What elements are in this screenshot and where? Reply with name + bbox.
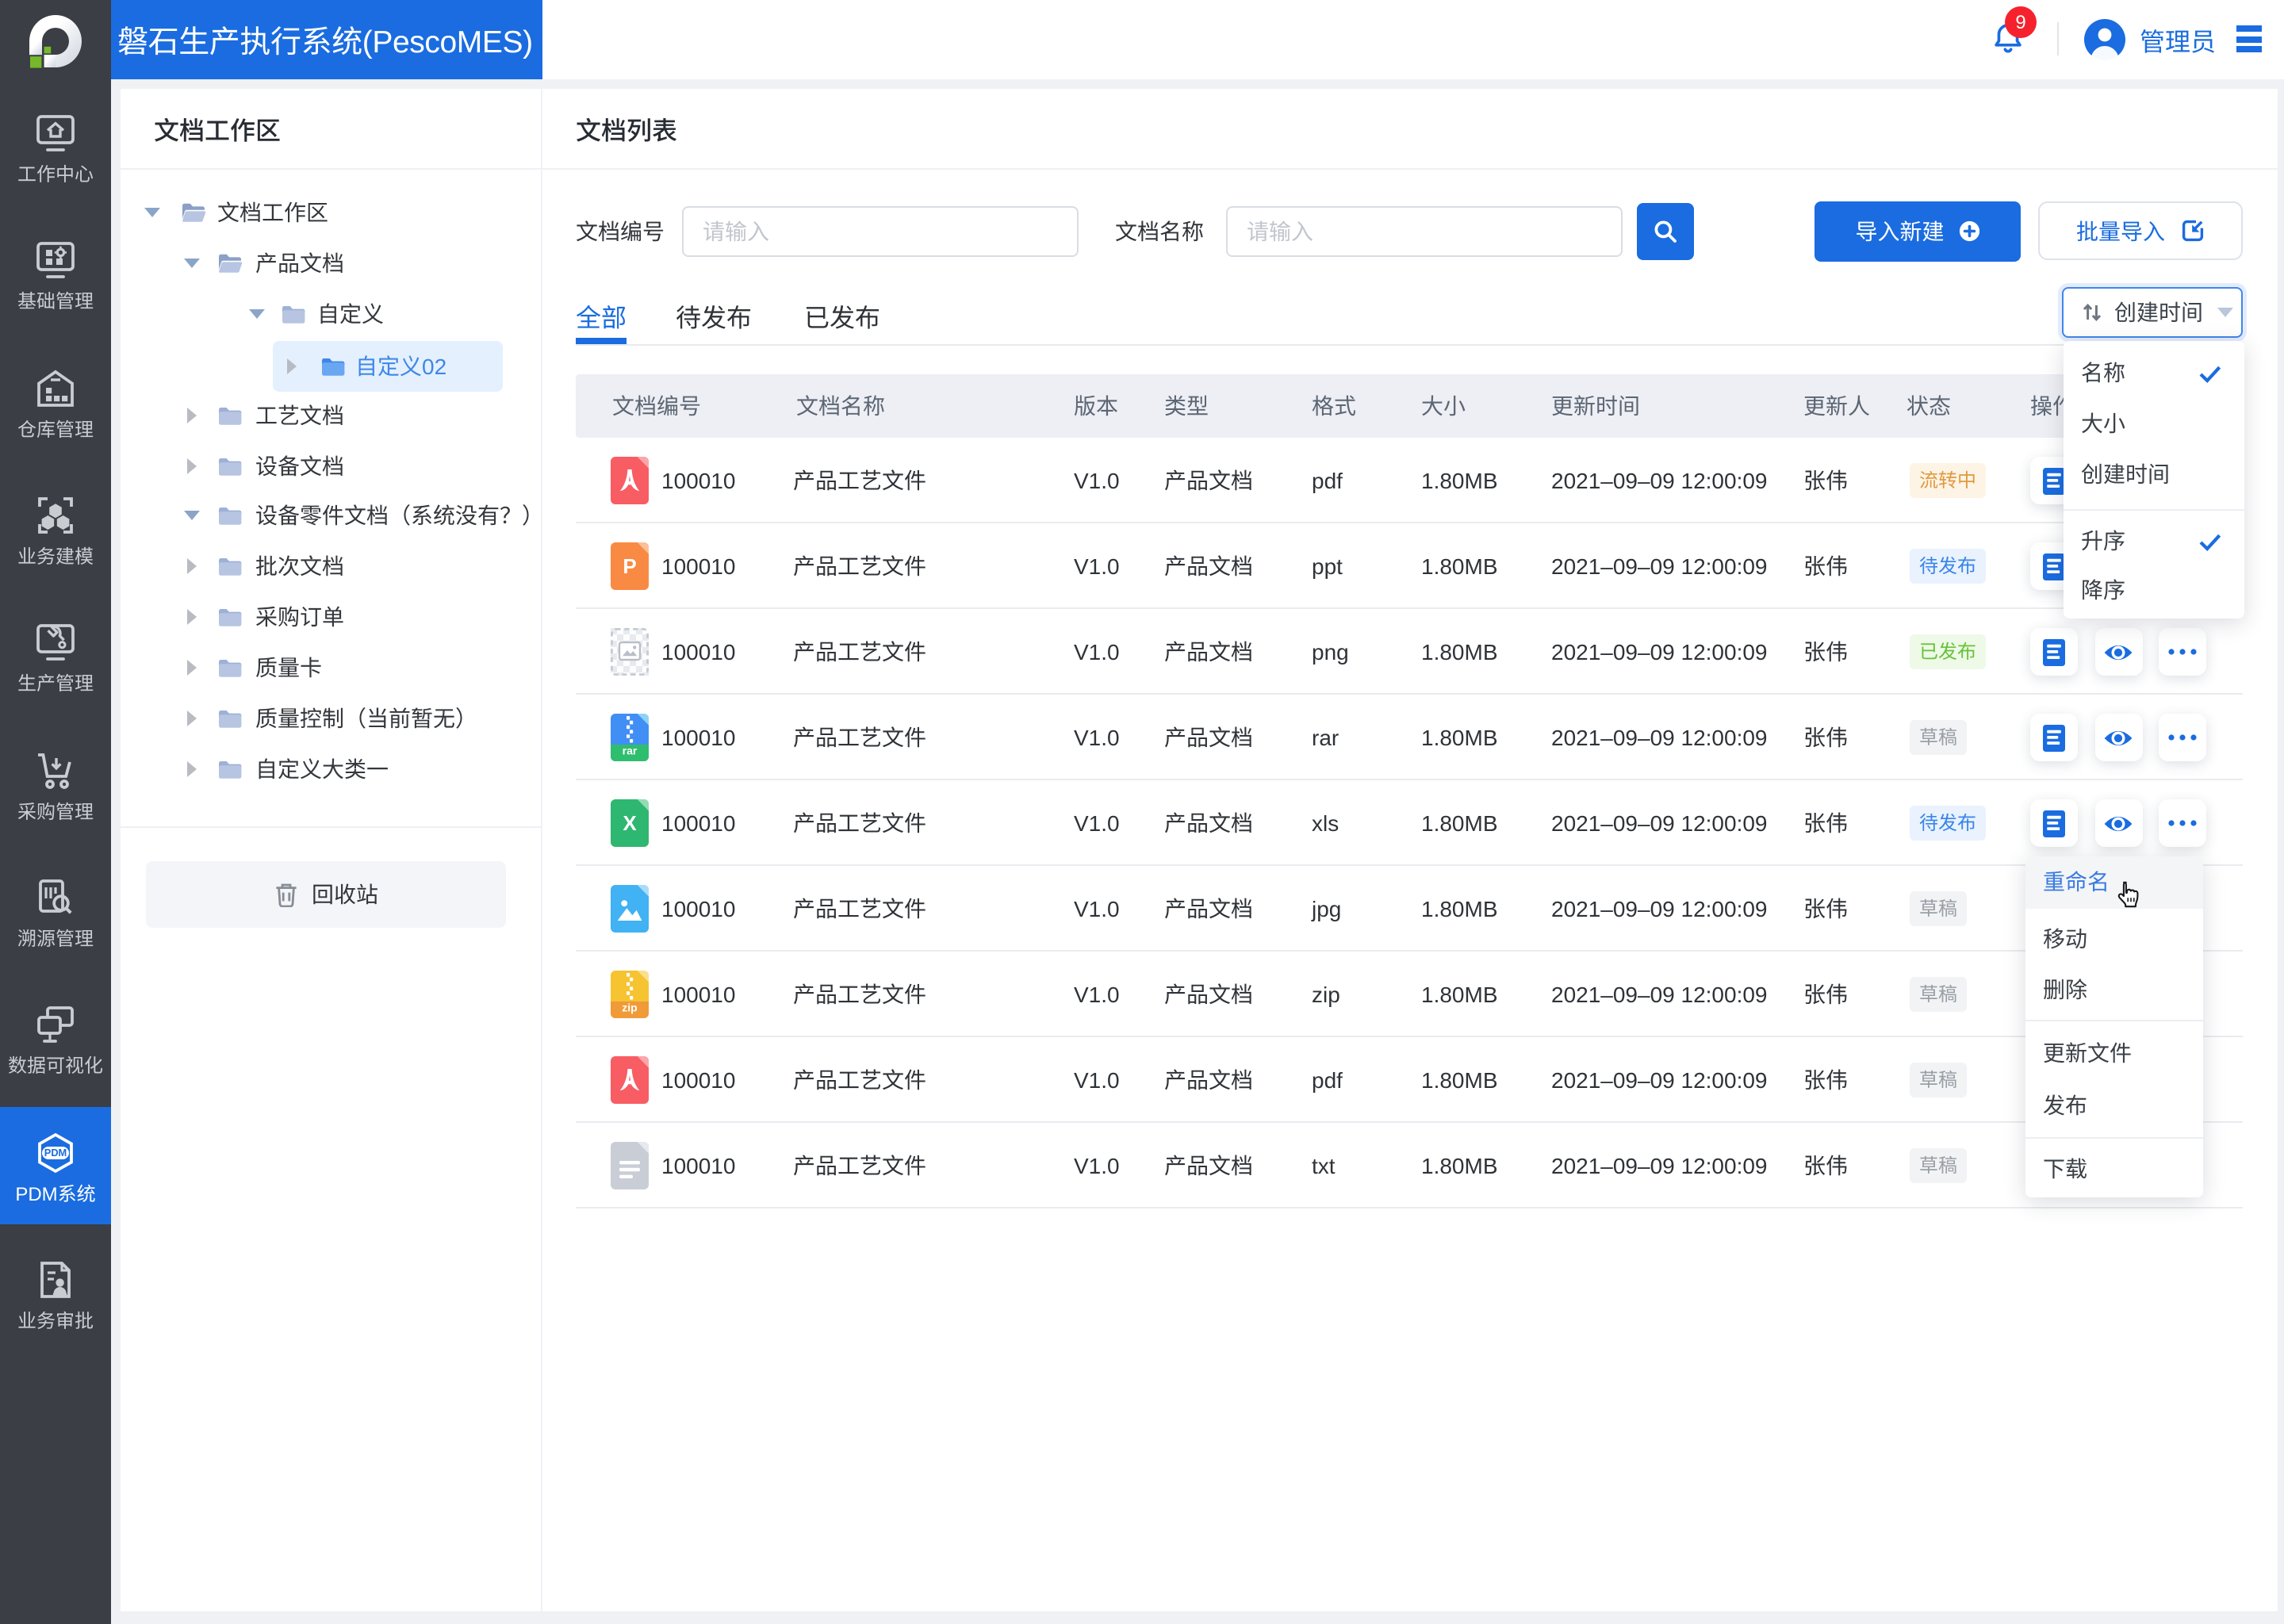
svg-text:zip: zip [622,1002,637,1014]
svg-text:X: X [623,811,637,835]
svg-text:PDM: PDM [44,1146,67,1158]
svg-text:rar: rar [623,745,638,757]
svg-text:P: P [623,554,636,578]
